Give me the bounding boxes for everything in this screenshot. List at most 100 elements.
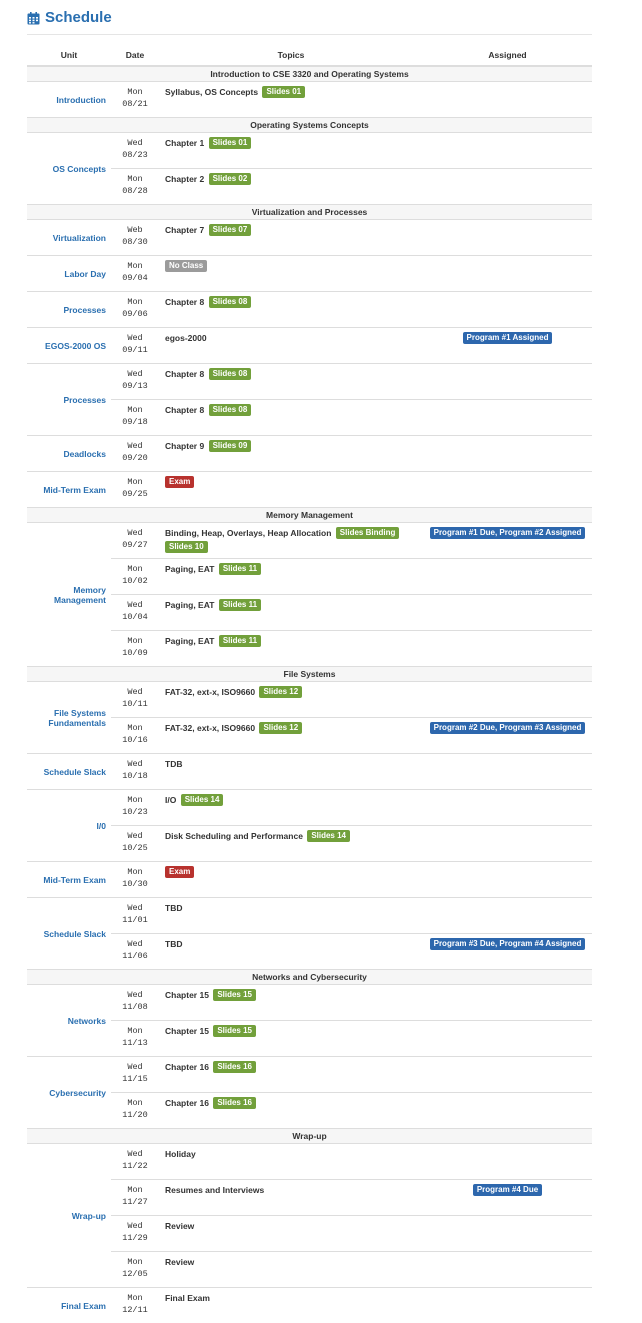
unit-link[interactable]: Schedule Slack — [27, 754, 111, 790]
topic-text: Resumes and Interviews — [165, 1185, 264, 1195]
program-label[interactable]: Program #4 Due — [473, 1184, 542, 1196]
assigned-cell — [423, 682, 592, 718]
slides-label[interactable]: Slides 09 — [209, 440, 252, 452]
table-row: Wed11/29 Review — [27, 1216, 592, 1252]
slides-label[interactable]: Slides 07 — [209, 224, 252, 236]
program-label[interactable]: Program #1 Due, Program #2 Assigned — [430, 527, 586, 539]
slides-label[interactable]: Slides 01 — [209, 137, 252, 149]
section-title: Virtualization and Processes — [27, 205, 592, 220]
unit-link[interactable]: I/0 — [27, 790, 111, 862]
slides-label[interactable]: Slides 10 — [165, 541, 208, 553]
day-label: Wed — [111, 938, 159, 950]
slides-label[interactable]: Slides Binding — [336, 527, 400, 539]
unit-link[interactable]: Processes — [27, 292, 111, 328]
unit-link[interactable]: EGOS-2000 OS — [27, 328, 111, 364]
assigned-cell — [423, 985, 592, 1021]
table-row: I/0 Mon10/23 I/O Slides 14 — [27, 790, 592, 826]
date-label: 10/18 — [111, 770, 159, 782]
topic-cell: I/O Slides 14 — [159, 790, 423, 826]
exam-label[interactable]: Exam — [165, 476, 194, 488]
unit-link[interactable]: Virtualization — [27, 220, 111, 256]
slides-label[interactable]: Slides 11 — [219, 563, 261, 575]
assigned-cell — [423, 364, 592, 400]
topic-text: Chapter 15 — [165, 1026, 209, 1036]
date-cell: Wed11/06 — [111, 934, 159, 970]
day-label: Mon — [111, 1184, 159, 1196]
unit-link[interactable]: Mid-Term Exam — [27, 472, 111, 508]
date-label: 10/16 — [111, 734, 159, 746]
table-row: Mon12/05 Review — [27, 1252, 592, 1288]
assigned-cell — [423, 1252, 592, 1288]
date-cell: Web08/30 — [111, 220, 159, 256]
topic-text: Review — [165, 1257, 194, 1267]
program-label[interactable]: Program #2 Due, Program #3 Assigned — [430, 722, 586, 734]
slides-label[interactable]: Slides 02 — [209, 173, 252, 185]
table-row: Processes Wed09/13 Chapter 8 Slides 08 — [27, 364, 592, 400]
program-label[interactable]: Program #1 Assigned — [463, 332, 553, 344]
topic-cell: Chapter 8 Slides 08 — [159, 292, 423, 328]
slides-label[interactable]: Slides 15 — [213, 989, 256, 1001]
slides-label[interactable]: Slides 16 — [213, 1061, 256, 1073]
date-label: 08/23 — [111, 149, 159, 161]
slides-label[interactable]: Slides 08 — [209, 368, 252, 380]
table-row: Mon11/13 Chapter 15 Slides 15 — [27, 1021, 592, 1057]
unit-link[interactable]: Deadlocks — [27, 436, 111, 472]
day-label: Mon — [111, 794, 159, 806]
day-label: Mon — [111, 1025, 159, 1037]
section-row: Memory Management — [27, 508, 592, 523]
topic-cell: Final Exam — [159, 1288, 423, 1323]
slides-label[interactable]: Slides 12 — [259, 722, 302, 734]
unit-link[interactable]: Introduction — [27, 82, 111, 118]
day-label: Wed — [111, 137, 159, 149]
day-label: Wed — [111, 527, 159, 539]
slides-label[interactable]: Slides 12 — [259, 686, 302, 698]
date-cell: Wed11/15 — [111, 1057, 159, 1093]
topic-cell: Chapter 9 Slides 09 — [159, 436, 423, 472]
topic-cell: Chapter 16 Slides 16 — [159, 1057, 423, 1093]
topic-text: Chapter 7 — [165, 225, 204, 235]
assigned-cell — [423, 754, 592, 790]
unit-link[interactable]: Mid-Term Exam — [27, 862, 111, 898]
slides-label[interactable]: Slides 08 — [209, 404, 252, 416]
date-cell: Wed10/18 — [111, 754, 159, 790]
table-row: Mid-Term Exam Mon09/25 Exam — [27, 472, 592, 508]
table-row: OS Concepts Wed08/23 Chapter 1 Slides 01 — [27, 133, 592, 169]
unit-link[interactable]: Cybersecurity — [27, 1057, 111, 1129]
unit-link[interactable]: Final Exam — [27, 1288, 111, 1323]
day-label: Wed — [111, 1061, 159, 1073]
date-label: 10/30 — [111, 878, 159, 890]
assigned-cell — [423, 1216, 592, 1252]
table-header-row: Unit Date Topics Assigned — [27, 45, 592, 66]
unit-link[interactable]: OS Concepts — [27, 133, 111, 205]
exam-label[interactable]: Exam — [165, 866, 194, 878]
date-label: 10/02 — [111, 575, 159, 587]
unit-link[interactable]: Labor Day — [27, 256, 111, 292]
program-label[interactable]: Program #3 Due, Program #4 Assigned — [430, 938, 586, 950]
slides-label[interactable]: Slides 16 — [213, 1097, 256, 1109]
slides-label[interactable]: Slides 15 — [213, 1025, 256, 1037]
date-cell: Mon09/04 — [111, 256, 159, 292]
slides-label[interactable]: Slides 14 — [307, 830, 350, 842]
date-cell: Mon09/18 — [111, 400, 159, 436]
table-row: Mon09/18 Chapter 8 Slides 08 — [27, 400, 592, 436]
unit-link[interactable]: Schedule Slack — [27, 898, 111, 970]
topic-cell: TDB — [159, 754, 423, 790]
column-header-date: Date — [111, 45, 159, 66]
unit-link[interactable]: Wrap-up — [27, 1144, 111, 1288]
unit-link[interactable]: Networks — [27, 985, 111, 1057]
unit-link[interactable]: Processes — [27, 364, 111, 436]
slides-label[interactable]: Slides 08 — [209, 296, 252, 308]
day-label: Mon — [111, 476, 159, 488]
date-label: 11/15 — [111, 1073, 159, 1085]
header-divider — [27, 34, 592, 35]
table-row: Virtualization Web08/30 Chapter 7 Slides… — [27, 220, 592, 256]
unit-link[interactable]: MemoryManagement — [27, 523, 111, 667]
unit-link[interactable]: File SystemsFundamentals — [27, 682, 111, 754]
slides-label[interactable]: Slides 11 — [219, 599, 261, 611]
slides-label[interactable]: Slides 14 — [181, 794, 224, 806]
day-label: Mon — [111, 1292, 159, 1304]
section-row: Operating Systems Concepts — [27, 118, 592, 133]
slides-label[interactable]: Slides 01 — [262, 86, 305, 98]
slides-label[interactable]: Slides 11 — [219, 635, 261, 647]
section-row: File Systems — [27, 667, 592, 682]
